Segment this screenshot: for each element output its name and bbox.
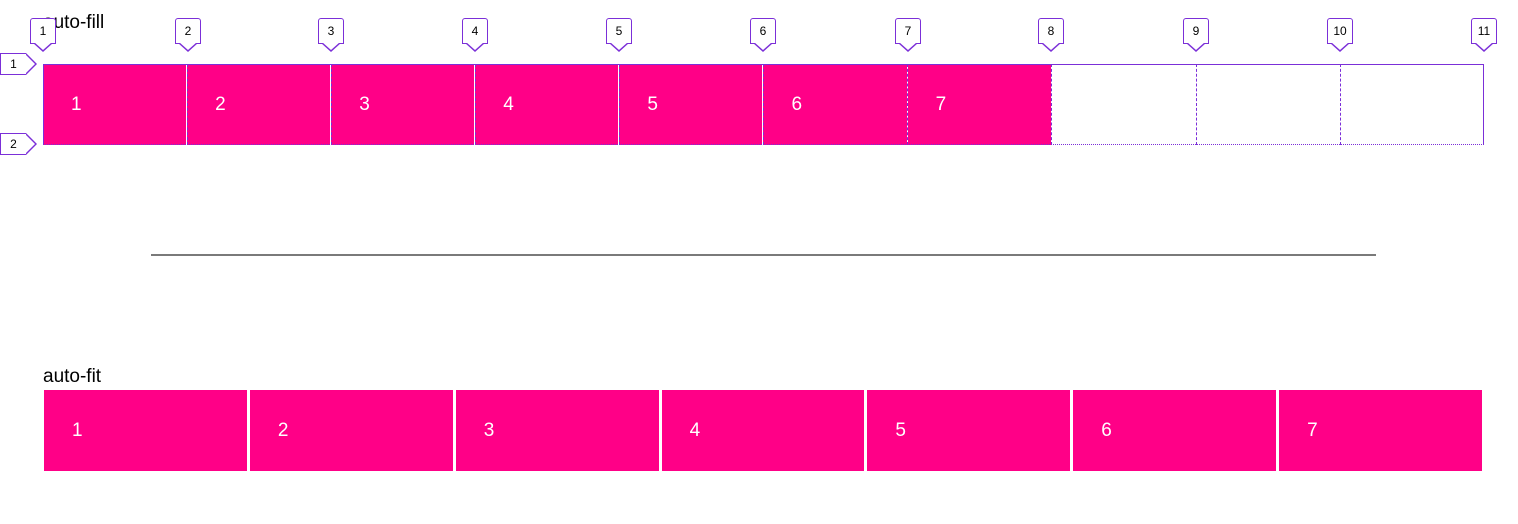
column-line-number-badge: 3 — [318, 18, 344, 44]
auto-fit-heading: auto-fit — [43, 366, 102, 387]
grid-item: 6 — [1072, 390, 1279, 471]
column-line-number-badge: 11 — [1471, 18, 1497, 44]
auto-fit-grid: 1 2 3 4 5 6 7 — [43, 390, 1484, 471]
grid-item: 3 — [331, 64, 476, 145]
column-line-number-badge: 7 — [895, 18, 921, 44]
column-line-number-badge: 9 — [1183, 18, 1209, 44]
grid-item: 6 — [763, 64, 908, 145]
column-line-number-badge: 4 — [462, 18, 488, 44]
column-line-number-badge: 10 — [1327, 18, 1353, 44]
column-line-number-badge: 2 — [175, 18, 201, 44]
grid-item: 2 — [187, 64, 332, 145]
row-line-number-badge: 1 — [0, 53, 37, 75]
grid-item: 1 — [43, 64, 188, 145]
grid-item: 5 — [866, 390, 1073, 471]
grid-item: 1 — [43, 390, 249, 471]
grid-item: 4 — [475, 64, 620, 145]
column-line-number-badge: 5 — [606, 18, 632, 44]
auto-fill-grid: 1 2 3 4 5 6 7 — [43, 64, 1484, 145]
section-divider — [151, 254, 1376, 256]
row-line-number-badge: 2 — [0, 133, 37, 155]
grid-item: 5 — [619, 64, 764, 145]
grid-item: 4 — [660, 390, 867, 471]
column-line-number-badge: 1 — [30, 18, 56, 44]
grid-item: 7 — [1278, 390, 1484, 471]
column-line-number-badge: 6 — [750, 18, 776, 44]
grid-item: 2 — [248, 390, 455, 471]
column-line-number-badge: 8 — [1038, 18, 1064, 44]
grid-item: 7 — [907, 64, 1052, 145]
grid-item: 3 — [454, 390, 661, 471]
